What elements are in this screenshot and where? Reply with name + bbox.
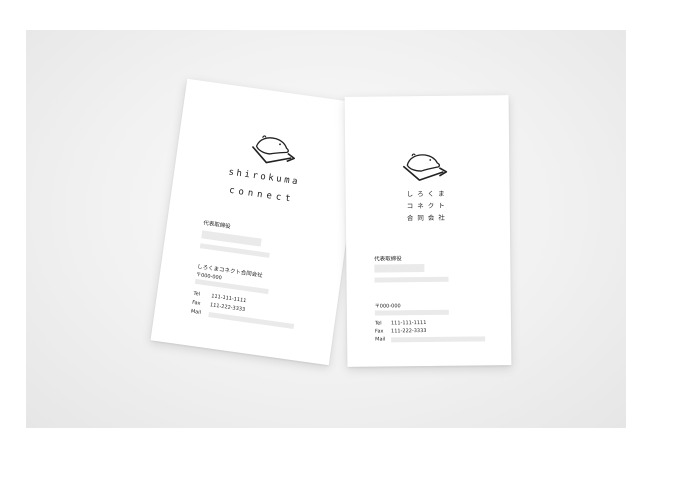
mail-placeholder-bar <box>391 336 486 343</box>
tel-value: 111-111-1111 <box>390 320 427 327</box>
polar-bear-arrow-logo-icon <box>402 153 448 181</box>
name-placeholder-bar <box>374 264 425 273</box>
tel-label: Tel <box>374 320 382 327</box>
address-placeholder-bar <box>374 309 449 316</box>
mail-label: Mail <box>375 336 386 343</box>
business-card-left: shirokuma connect 代表取締役 しろくまコネクト合同会社 〒00… <box>150 78 366 366</box>
mail-placeholder-bar <box>208 312 295 329</box>
fax-value: 111-222-3333 <box>209 302 246 314</box>
company-kana-line-2: コネクト <box>406 201 449 211</box>
fax-label: Fax <box>375 328 384 335</box>
polar-bear-arrow-logo-icon <box>251 135 296 164</box>
fax-label: Fax <box>191 299 201 307</box>
tel-label: Tel <box>192 290 201 298</box>
address-placeholder-bar <box>194 278 269 295</box>
company-kana-line-3: 合同会社 <box>406 213 449 223</box>
role-label: 代表取締役 <box>374 256 402 263</box>
role-label: 代表取締役 <box>202 220 231 231</box>
mail-label: Mail <box>190 308 202 316</box>
business-card-right: しろくま コネクト 合同会社 代表取締役 〒000-000 Tel 111-11… <box>344 95 512 367</box>
name-romaji-placeholder-bar <box>374 276 449 283</box>
postal-code: 〒000-000 <box>374 303 401 310</box>
company-kana-line-1: しろくま <box>406 189 449 199</box>
fax-value: 111-222-3333 <box>391 328 427 335</box>
